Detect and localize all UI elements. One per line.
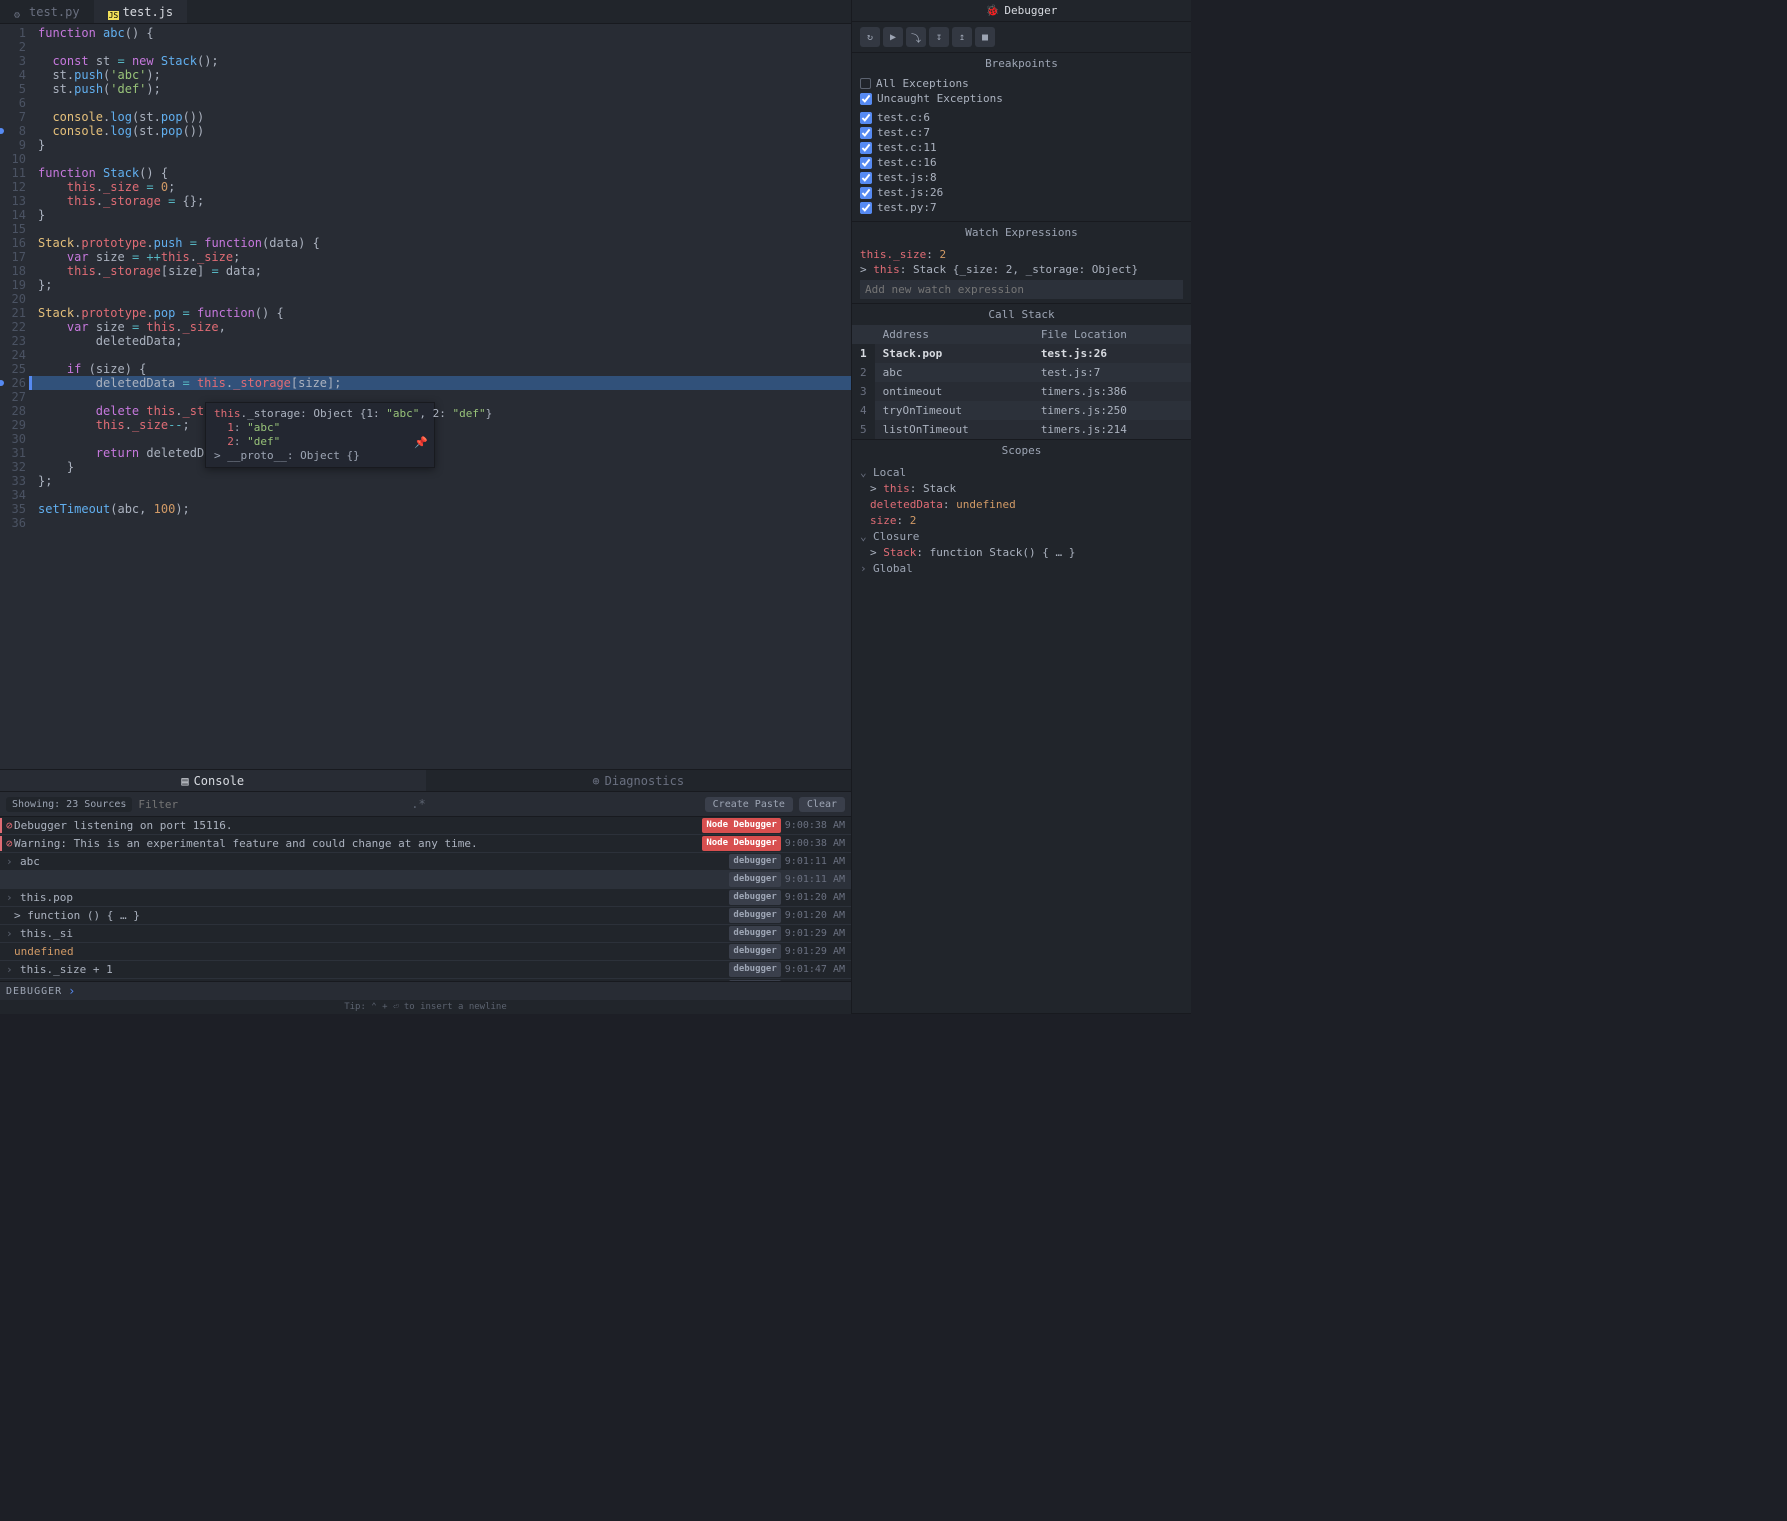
watch-input[interactable] (860, 280, 1183, 299)
console-row[interactable]: ⊘Warning: This is an experimental featur… (0, 835, 851, 853)
console-row[interactable]: > function () { … }debugger9:01:20 AM (0, 907, 851, 925)
console-row[interactable]: ›abcdebugger9:01:11 AM (0, 853, 851, 871)
restart-button[interactable]: ↻ (860, 27, 880, 47)
console-row[interactable]: undefineddebugger9:01:29 AM (0, 943, 851, 961)
file-icon (14, 7, 24, 17)
continue-button[interactable]: ▶ (883, 27, 903, 47)
panel-tab[interactable]: ▤ Console (0, 770, 426, 792)
breakpoint-item[interactable]: test.c:11 (860, 140, 1183, 155)
console-row[interactable]: ›this._size + 1debugger9:01:47 AM (0, 961, 851, 979)
console-row[interactable]: debugger9:01:11 AM (0, 871, 851, 889)
stop-button[interactable]: ■ (975, 27, 995, 47)
breakpoints-header: Breakpoints (852, 53, 1191, 74)
callstack-row[interactable]: 5listOnTimeouttimers.js:214 (852, 420, 1191, 439)
repl-prompt[interactable]: DEBUGGER › (0, 981, 851, 1000)
scope-group[interactable]: ›Global (860, 561, 1183, 577)
hover-tooltip: this._storage: this._storage: Object {1:… (205, 402, 435, 468)
callstack-table: Address File Location 1Stack.poptest.js:… (852, 325, 1191, 439)
sources-count[interactable]: Showing: 23 Sources (6, 797, 132, 812)
panel-tab[interactable]: ⊕ Diagnostics (426, 770, 852, 792)
create-paste-button[interactable]: Create Paste (705, 797, 793, 812)
callstack-row[interactable]: 1Stack.poptest.js:26 (852, 344, 1191, 363)
step-into-button[interactable]: ↧ (929, 27, 949, 47)
filter-input[interactable] (138, 798, 400, 811)
callstack-row[interactable]: 3ontimeouttimers.js:386 (852, 382, 1191, 401)
debug-controls: ↻▶⤵↧↥■ (852, 22, 1191, 53)
console-row[interactable]: ⊘Debugger listening on port 15116.Node D… (0, 817, 851, 835)
bp-uncaught-exceptions[interactable]: Uncaught Exceptions (860, 91, 1183, 106)
debugger-header: 🐞 Debugger (852, 0, 1191, 22)
callstack-row[interactable]: 4tryOnTimeouttimers.js:250 (852, 401, 1191, 420)
step-out-button[interactable]: ↥ (952, 27, 972, 47)
code-editor[interactable]: 1234567891011121314151617181920212223242… (0, 24, 851, 769)
file-tabs: test.pytest.js (0, 0, 851, 24)
breakpoint-item[interactable]: test.js:26 (860, 185, 1183, 200)
watch-header: Watch Expressions (852, 222, 1191, 243)
console-row[interactable]: ›this.popdebugger9:01:20 AM (0, 889, 851, 907)
tip-text: Tip: ⌃ + ⏎ to insert a newline (0, 1000, 851, 1014)
breakpoint-item[interactable]: test.py:7 (860, 200, 1183, 215)
bug-icon: 🐞 (986, 4, 1000, 17)
breakpoint-item[interactable]: test.c:7 (860, 125, 1183, 140)
pin-icon[interactable]: 📌 (414, 436, 428, 449)
file-tab[interactable]: test.js (94, 0, 188, 23)
tab-icon: ▤ (181, 770, 188, 792)
bp-all-exceptions[interactable]: All Exceptions (860, 76, 1183, 91)
scopes-header: Scopes (852, 440, 1191, 461)
regex-toggle[interactable]: .* (406, 795, 430, 813)
file-tab[interactable]: test.py (0, 0, 94, 23)
callstack-header: Call Stack (852, 304, 1191, 325)
console-toolbar: Showing: 23 Sources .* Create Paste Clea… (0, 792, 851, 817)
breakpoint-item[interactable]: test.c:16 (860, 155, 1183, 170)
file-icon (108, 7, 118, 17)
scope-group[interactable]: ⌄Closure (860, 529, 1183, 545)
clear-button[interactable]: Clear (799, 797, 845, 812)
callstack-row[interactable]: 2abctest.js:7 (852, 363, 1191, 382)
breakpoint-item[interactable]: test.js:8 (860, 170, 1183, 185)
console-row[interactable]: ›this._sidebugger9:01:29 AM (0, 925, 851, 943)
tab-icon: ⊕ (592, 770, 599, 792)
breakpoint-item[interactable]: test.c:6 (860, 110, 1183, 125)
step-over-button[interactable]: ⤵ (906, 27, 926, 47)
scope-group[interactable]: ⌄Local (860, 465, 1183, 481)
